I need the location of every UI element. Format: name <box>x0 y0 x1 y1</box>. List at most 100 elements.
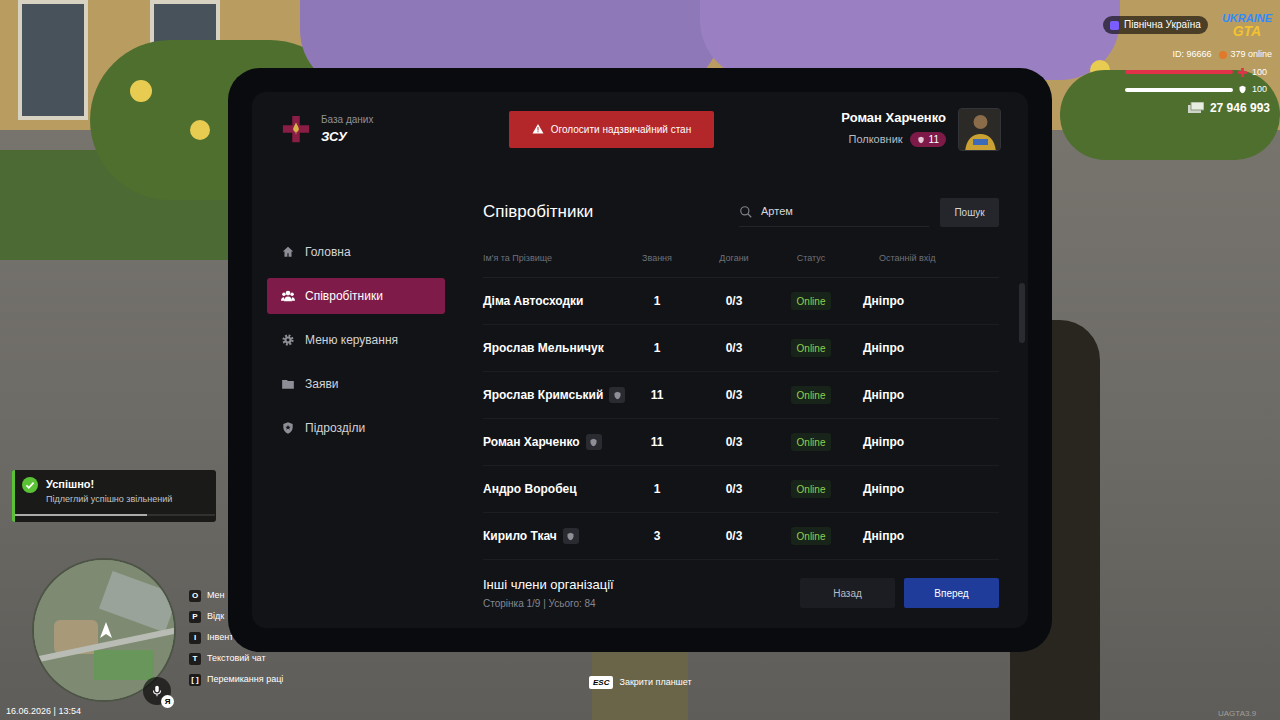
table-row[interactable]: Ярослав Кримський110/3OnlineДніпро <box>483 372 999 419</box>
sidebar-label: Заяви <box>305 375 339 393</box>
column-header: Догани <box>689 252 779 266</box>
employee-name: Діма Автосходки <box>483 292 583 310</box>
key-label: Мен <box>207 589 225 603</box>
sidebar-item[interactable]: Підрозділи <box>267 410 445 446</box>
table-row[interactable]: Кирило Ткач30/3OnlineДніпро <box>483 513 999 560</box>
name-cell: Кирило Ткач <box>483 527 625 545</box>
search-field[interactable]: Артем <box>739 198 929 227</box>
employee-name: Ярослав Мельничук <box>483 339 604 357</box>
server-badge: Північна Україна <box>1103 16 1208 34</box>
column-header: Статус <box>779 252 843 266</box>
key-label: Текстовий чат <box>207 652 266 666</box>
reprimands: 0/3 <box>689 480 779 498</box>
leader-badge <box>586 434 602 450</box>
leader-badge <box>563 528 579 544</box>
microphone-icon <box>150 684 164 698</box>
scrollbar-thumb[interactable] <box>1019 283 1025 343</box>
sidebar-label: Головна <box>305 243 351 261</box>
close-hint: ESC Закрити планшет <box>589 676 692 690</box>
emergency-button[interactable]: Оголосити надзвичайний стан <box>509 111 714 148</box>
search-button[interactable]: Пошук <box>940 198 999 227</box>
sidebar-item[interactable]: Головна <box>267 234 445 270</box>
logo-bottom: GTA <box>1233 25 1262 38</box>
footer-texts: Інші члени організаціїСторінка 1/9 | Усь… <box>483 577 614 610</box>
health-icon <box>1238 68 1247 77</box>
table-row[interactable]: Роман Харченко110/3OnlineДніпро <box>483 419 999 466</box>
key-cap: O <box>189 590 201 602</box>
money: 27 946 993 <box>1188 99 1272 117</box>
status-cell: Online <box>779 527 843 545</box>
bush <box>1060 70 1280 160</box>
name-cell: Ярослав Кримський <box>483 386 625 404</box>
user-level-badge: 11 <box>910 132 946 147</box>
status-pill: Online <box>791 339 832 357</box>
name-cell: Андро Воробец <box>483 480 625 498</box>
notification-texts: Успішно!Підлеглий успішно звільнений <box>46 477 172 506</box>
brand: База данихЗСУ <box>281 114 509 145</box>
status-pill: Online <box>791 433 832 451</box>
sidebar-item[interactable]: Співробітники <box>267 278 445 314</box>
rank: 1 <box>625 292 689 310</box>
online-text: 379 online <box>1230 48 1272 62</box>
status-pill: Online <box>791 527 832 545</box>
esc-key: ESC <box>589 676 613 689</box>
user-rank: Полковник <box>848 131 902 148</box>
success-icon <box>22 477 38 493</box>
tablet: База данихЗСУОголосити надзвичайний стан… <box>228 68 1052 652</box>
key-hint: TТекстовий чат <box>189 652 283 666</box>
user-name: Роман Харченко <box>841 110 946 126</box>
gear-icon <box>281 333 295 347</box>
key-hint: [ ]Перемикання раці <box>189 673 283 687</box>
rank: 3 <box>625 527 689 545</box>
column-header: Ім'я та Прізвище <box>483 252 625 266</box>
reprimands: 0/3 <box>689 433 779 451</box>
sidebar-item[interactable]: Заяви <box>267 366 445 402</box>
home-icon <box>281 245 295 259</box>
sidebar-label: Меню керування <box>305 331 398 349</box>
key-cap: I <box>189 632 201 644</box>
shield-icon <box>281 421 295 435</box>
notification-timer-track <box>15 514 215 516</box>
reprimands: 0/3 <box>689 292 779 310</box>
employee-name: Роман Харченко <box>483 433 580 451</box>
user-avatar <box>958 108 1001 151</box>
user-rank-row: Полковник 11 <box>848 131 946 148</box>
health-fill <box>1125 70 1233 74</box>
user-profile: Роман Харченко Полковник 11 <box>841 108 1001 151</box>
table-row[interactable]: Діма Автосходки10/3OnlineДніпро <box>483 278 999 325</box>
tablet-header: База данихЗСУОголосити надзвичайний стан… <box>252 92 1028 164</box>
last-login: Дніпро <box>843 527 999 545</box>
table-header: Ім'я та ПрізвищеЗванняДоганиСтатусОстанн… <box>483 240 999 278</box>
armor-fill <box>1125 88 1233 92</box>
notification-message: Підлеглий успішно звільнений <box>46 493 172 506</box>
money-amount: 27 946 993 <box>1210 99 1270 117</box>
notification-body: Успішно!Підлеглий успішно звільнений <box>15 477 216 506</box>
status-cell: Online <box>779 480 843 498</box>
status-cell: Online <box>779 292 843 310</box>
shield-icon <box>566 532 575 541</box>
next-button[interactable]: Вперед <box>904 578 999 608</box>
close-label: Закрити планшет <box>619 676 691 690</box>
leader-badge <box>609 387 625 403</box>
avatar-figure-icon <box>959 109 1001 151</box>
status-pill: Online <box>791 292 832 310</box>
tablet-screen: База данихЗСУОголосити надзвичайний стан… <box>252 92 1028 628</box>
search-value[interactable]: Артем <box>761 203 793 220</box>
users-icon <box>281 289 295 303</box>
voice-badge: Я <box>161 695 174 708</box>
rose <box>130 80 152 102</box>
column-header: Звання <box>625 252 689 266</box>
sidebar-label: Співробітники <box>305 287 383 305</box>
status-pill: Online <box>791 480 832 498</box>
sidebar-item[interactable]: Меню керування <box>267 322 445 358</box>
back-button[interactable]: Назад <box>800 578 895 608</box>
voice-button[interactable]: Я <box>143 677 171 705</box>
money-icon <box>1188 102 1204 114</box>
table-row[interactable]: Ярослав Мельничук10/3OnlineДніпро <box>483 325 999 372</box>
rose <box>190 120 210 140</box>
table-row[interactable]: Андро Воробец10/3OnlineДніпро <box>483 466 999 513</box>
last-login: Дніпро <box>843 339 999 357</box>
folder-icon <box>281 377 295 391</box>
logo-top: UKRAINE <box>1222 12 1272 25</box>
employee-name: Ярослав Кримський <box>483 386 603 404</box>
